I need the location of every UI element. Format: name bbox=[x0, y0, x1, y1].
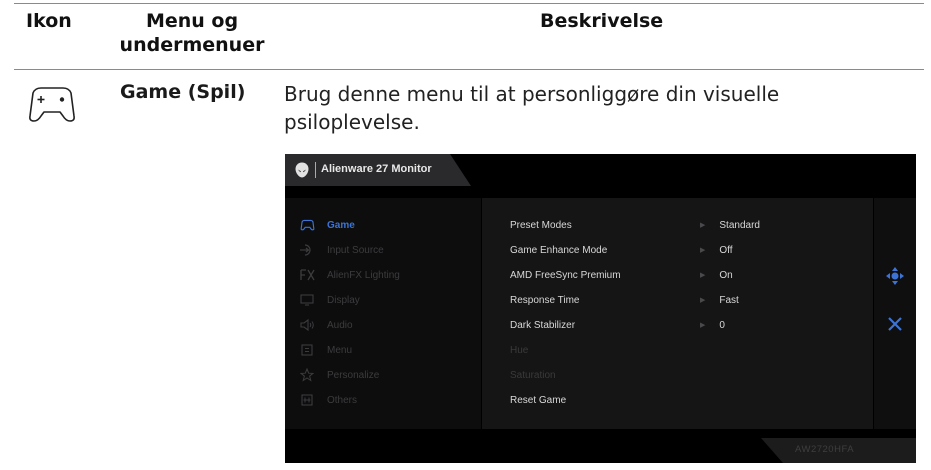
osd-value-text: 0 bbox=[719, 319, 725, 331]
navigate-icon[interactable] bbox=[885, 266, 905, 286]
osd-title: Alienware 27 Monitor bbox=[321, 163, 432, 175]
osd-value-text: Standard bbox=[719, 219, 760, 231]
osd-menu-item-audio[interactable]: Audio bbox=[299, 316, 353, 334]
input-source-icon bbox=[299, 243, 315, 257]
gamepad-icon bbox=[299, 218, 315, 232]
osd-submenu: Preset Modes Game Enhance Mode AMD FreeS… bbox=[482, 198, 873, 429]
osd-value-text: On bbox=[719, 269, 733, 281]
alienware-logo-icon bbox=[295, 162, 309, 178]
osd-menu-item-label: Game bbox=[327, 219, 355, 231]
arrow-right-icon: ▶ bbox=[700, 247, 706, 254]
osd-menu-item-alienfx[interactable]: AlienFX Lighting bbox=[299, 266, 400, 284]
osd-main-menu: Game Input Source AlienFX Lighting Displ… bbox=[285, 198, 481, 429]
osd-submenu-item-response-time[interactable]: Response Time bbox=[510, 291, 579, 309]
arrow-right-icon: ▶ bbox=[700, 222, 706, 229]
star-icon bbox=[299, 368, 315, 382]
menu-icon bbox=[299, 343, 315, 357]
osd-screenshot: Alienware 27 Monitor Game Input Source A… bbox=[285, 154, 916, 463]
osd-submenu-item-freesync[interactable]: AMD FreeSync Premium bbox=[510, 266, 621, 284]
osd-menu-item-label: Personalize bbox=[327, 369, 380, 381]
arrow-right-icon: ▶ bbox=[700, 272, 706, 279]
audio-icon bbox=[299, 318, 315, 332]
osd-submenu-item-hue: Hue bbox=[510, 344, 529, 356]
osd-title-separator bbox=[315, 162, 316, 178]
osd-menu-item-label: AlienFX Lighting bbox=[327, 269, 400, 281]
osd-title-tab: Alienware 27 Monitor bbox=[285, 154, 471, 186]
header-menu-column: Menu og undermenuer bbox=[112, 9, 272, 57]
display-icon bbox=[299, 293, 315, 307]
osd-menu-item-label: Others bbox=[327, 394, 358, 406]
osd-model-name: AW2720HFA bbox=[795, 444, 855, 455]
osd-value-freesync: ▶ On bbox=[700, 266, 733, 284]
osd-menu-item-others[interactable]: Others bbox=[299, 391, 357, 409]
osd-submenu-item-dark-stabilizer[interactable]: Dark Stabilizer bbox=[510, 316, 575, 334]
osd-menu-item-personalize[interactable]: Personalize bbox=[299, 366, 379, 384]
osd-menu-item-input-source[interactable]: Input Source bbox=[299, 241, 384, 259]
osd-menu-item-label: Audio bbox=[327, 319, 353, 331]
table-top-rule bbox=[14, 3, 924, 4]
row-description: Brug denne menu til at personliggøre din… bbox=[284, 82, 780, 134]
osd-menu-item-label: Menu bbox=[327, 344, 353, 356]
osd-value-game-enhance-mode: ▶ Off bbox=[700, 241, 733, 259]
osd-menu-item-display[interactable]: Display bbox=[299, 291, 360, 309]
gamepad-icon bbox=[29, 87, 75, 122]
others-icon bbox=[299, 393, 315, 407]
osd-menu-item-label: Input Source bbox=[327, 244, 384, 256]
close-icon[interactable] bbox=[887, 316, 903, 332]
osd-value-text: Fast bbox=[719, 294, 739, 306]
osd-value-dark-stabilizer: ▶ 0 bbox=[700, 316, 725, 334]
header-menu-line1: Menu og bbox=[145, 10, 239, 32]
osd-value-text: Off bbox=[719, 244, 733, 256]
osd-submenu-item-reset-game[interactable]: Reset Game bbox=[510, 391, 566, 409]
header-description-column: Beskrivelse bbox=[540, 10, 664, 32]
osd-menu-item-game[interactable]: Game bbox=[299, 216, 355, 234]
header-menu-line2: undermenuer bbox=[119, 34, 265, 56]
row-menu-name: Game (Spil) bbox=[120, 81, 246, 103]
osd-menu-item-menu[interactable]: Menu bbox=[299, 341, 352, 359]
arrow-right-icon: ▶ bbox=[700, 322, 706, 329]
osd-value-response-time: ▶ Fast bbox=[700, 291, 739, 309]
osd-submenu-item-game-enhance-mode[interactable]: Game Enhance Mode bbox=[510, 241, 607, 259]
osd-menu-item-label: Display bbox=[327, 294, 360, 306]
alienfx-icon bbox=[299, 268, 315, 282]
osd-side-panel bbox=[874, 198, 916, 429]
table-header-rule bbox=[14, 69, 924, 70]
arrow-right-icon: ▶ bbox=[700, 297, 706, 304]
osd-value-preset-modes: ▶ Standard bbox=[700, 216, 760, 234]
osd-submenu-item-saturation: Saturation bbox=[510, 369, 556, 381]
osd-submenu-item-preset-modes[interactable]: Preset Modes bbox=[510, 216, 572, 234]
header-icon-column: Ikon bbox=[26, 10, 72, 32]
